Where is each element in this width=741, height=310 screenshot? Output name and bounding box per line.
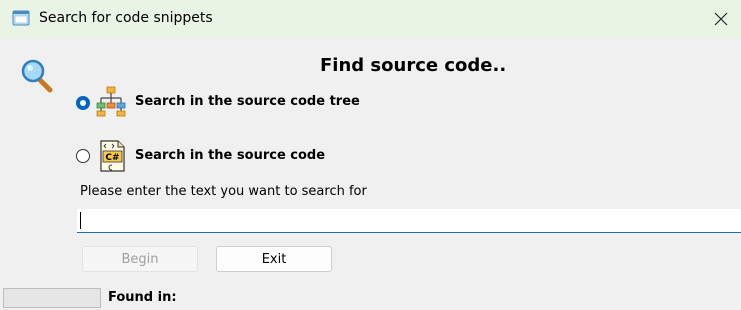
tree-hierarchy-icon — [96, 86, 126, 117]
option-label-source-tree: Search in the source code tree — [135, 94, 360, 109]
search-prompt: Please enter the text you want to search… — [80, 184, 367, 199]
radio-search-tree[interactable] — [76, 96, 90, 110]
title-bar: Search for code snippets — [0, 0, 741, 38]
close-icon — [714, 12, 728, 26]
search-dialog: Search for code snippets Find source cod… — [0, 0, 741, 310]
window-app-icon — [12, 10, 30, 26]
radio-search-code[interactable] — [76, 149, 90, 163]
page-title: Find source code.. — [320, 55, 507, 76]
text-caret — [80, 212, 81, 229]
begin-button[interactable]: Begin — [82, 246, 198, 272]
exit-button[interactable]: Exit — [216, 246, 332, 272]
option-label-source-code: Search in the source code — [135, 148, 326, 163]
close-button[interactable] — [701, 0, 741, 38]
csharp-icon-text: C# — [105, 153, 119, 163]
search-input[interactable] — [77, 209, 741, 233]
window-title: Search for code snippets — [39, 10, 213, 26]
magnifier-icon — [21, 59, 53, 93]
csharp-file-icon: C# — [100, 140, 125, 172]
status-progress-box — [3, 288, 101, 308]
found-in-label: Found in: — [108, 290, 177, 305]
